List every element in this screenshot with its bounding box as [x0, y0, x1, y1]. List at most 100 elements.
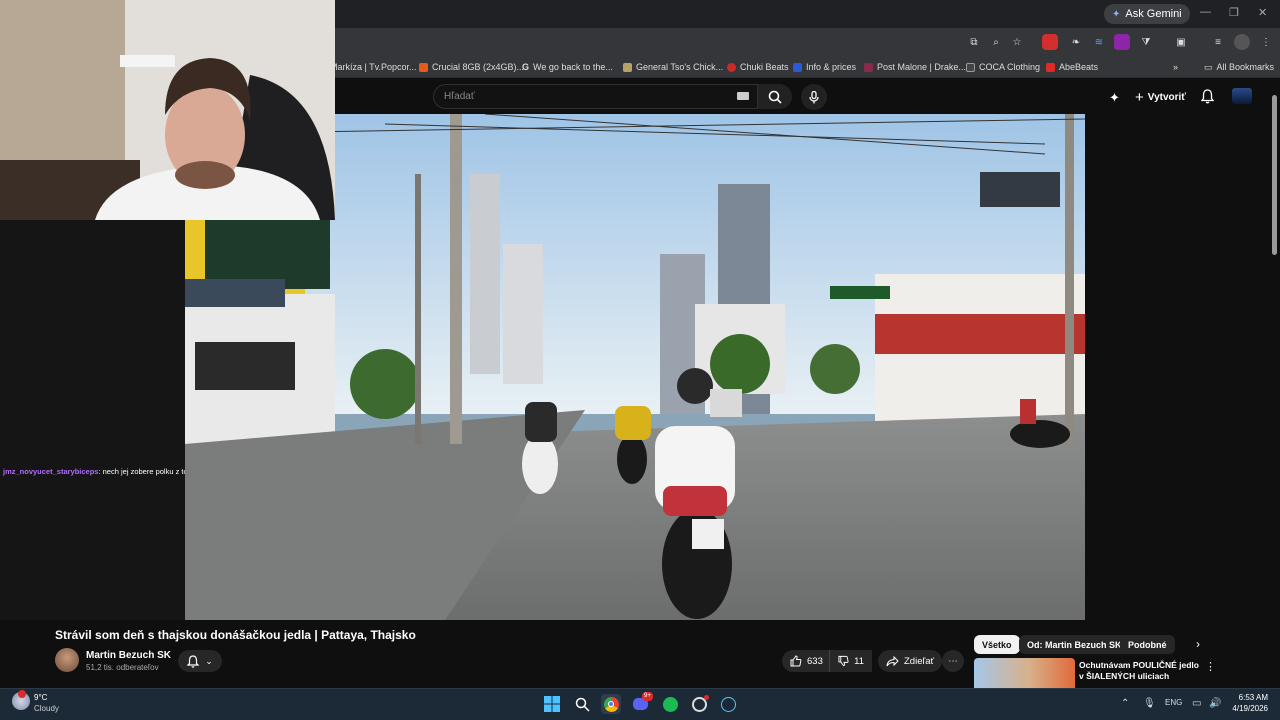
bookmark-item[interactable]: General Tso's Chick...	[623, 60, 723, 74]
steam-logo-icon	[720, 696, 736, 712]
recommended-thumbnail[interactable]	[974, 658, 1075, 688]
menu-kebab-icon[interactable]: ⋮	[1258, 34, 1274, 50]
bookmarks-overflow-icon[interactable]: »	[1173, 60, 1178, 74]
recording-indicator	[704, 695, 709, 700]
display-tray-icon[interactable]: ▭	[1192, 698, 1201, 709]
profile-avatar[interactable]	[1234, 34, 1250, 50]
start-windows-icon[interactable]	[542, 694, 562, 714]
extension-leaf-icon[interactable]: ❧	[1068, 34, 1084, 50]
subscription-bell-button[interactable]: ⌄	[178, 650, 222, 672]
bookmark-label: We go back to the...	[533, 62, 613, 72]
ask-gemini-button[interactable]: ✦ Ask Gemini	[1104, 4, 1190, 24]
gemini-spark-icon[interactable]: ✦	[1109, 90, 1120, 106]
chevron-down-icon: ⌄	[205, 655, 213, 666]
chrome-logo-icon	[603, 696, 619, 712]
spotify-logo-icon	[662, 696, 678, 712]
bookmark-item[interactable]: Info & prices	[793, 60, 856, 74]
extension-wave-icon[interactable]: ≋	[1091, 34, 1107, 50]
share-button[interactable]: Zdieľať	[878, 650, 943, 672]
keyboard-icon[interactable]	[737, 92, 749, 100]
bookmark-item[interactable]: COCA Clothing	[966, 60, 1040, 74]
spotify-taskbar-icon[interactable]	[660, 694, 680, 714]
more-actions-button[interactable]: ⋯	[942, 650, 964, 672]
steam-taskbar-icon[interactable]	[718, 694, 738, 714]
chip-related[interactable]: Podobné	[1120, 635, 1175, 654]
discord-badge: 9+	[642, 692, 653, 701]
like-count: 633	[807, 655, 823, 667]
bell-icon	[187, 654, 200, 668]
bookmark-favicon	[864, 62, 873, 72]
bookmark-item[interactable]: Crucial 8GB (2x4GB)...	[419, 60, 524, 74]
sidepanel-icon[interactable]: ▣	[1173, 34, 1189, 50]
recommended-title[interactable]: Ochutnávam POULIČNÉ jedlo v ŠIALENÝCH ul…	[1079, 660, 1201, 684]
ask-gemini-label: Ask Gemini	[1125, 8, 1182, 20]
bookmark-favicon	[727, 62, 736, 72]
thumbs-down-icon	[838, 655, 849, 667]
scooter-rider-left	[522, 402, 558, 494]
notifications-bell-icon[interactable]	[1201, 89, 1214, 104]
search-placeholder: Hľadať	[444, 91, 475, 102]
video-right-backdrop	[1085, 114, 1280, 620]
zoom-icon[interactable]: ⌕	[988, 34, 1004, 50]
bookmark-label: AbeBeats	[1059, 62, 1099, 72]
cast-icon[interactable]: ⧉	[966, 34, 982, 50]
create-button[interactable]: + Vytvoriť	[1135, 89, 1186, 106]
bookmark-label: General Tso's Chick...	[636, 62, 724, 72]
dislike-button[interactable]: 11	[829, 650, 872, 672]
account-avatar[interactable]	[1232, 88, 1252, 104]
language-indicator[interactable]: ENG	[1165, 698, 1182, 707]
microphone-tray-icon[interactable]: 🎙	[1143, 698, 1156, 709]
weather-description: Cloudy	[34, 704, 59, 713]
media-icon[interactable]: ≡	[1210, 34, 1226, 50]
thumbs-up-icon	[790, 655, 802, 667]
share-label: Zdieľať	[904, 655, 935, 667]
subscriber-count: 51,2 tis. odberateľov	[86, 663, 159, 672]
bookmark-item[interactable]: Post Malone | Drake...	[864, 60, 966, 74]
page-scrollbar[interactable]	[1272, 95, 1277, 255]
clock-time[interactable]: 6:53 AM	[1232, 693, 1268, 702]
more-horizontal-icon: ⋯	[948, 655, 958, 667]
taskbar-search-icon[interactable]	[572, 694, 592, 714]
tray-overflow-icon[interactable]: ⌃	[1121, 698, 1129, 709]
clock-date[interactable]: 4/19/2026	[1226, 704, 1268, 713]
recommended-menu-icon[interactable]: ⋮	[1205, 660, 1216, 673]
bookmark-favicon	[623, 62, 632, 72]
bookmark-favicon	[966, 62, 975, 72]
all-bookmarks-button[interactable]: ▭ All Bookmarks	[1204, 60, 1274, 74]
search-input[interactable]: Hľadať	[433, 84, 758, 109]
chrome-taskbar-icon[interactable]	[601, 694, 621, 714]
extension-purple-icon[interactable]	[1114, 34, 1130, 50]
bookmark-item[interactable]: Markíza | Tv.Popcor...	[330, 60, 417, 74]
chat-username: jmz_novyucet_starybiceps	[3, 467, 99, 476]
voice-search-button[interactable]	[801, 84, 827, 110]
bookmark-item[interactable]: G We go back to the...	[522, 60, 613, 74]
weather-alert-badge	[18, 690, 26, 698]
extensions-puzzle-icon[interactable]: ⧩	[1138, 34, 1154, 50]
dislike-count: 11	[854, 655, 864, 667]
weather-temperature: 9°C	[34, 693, 48, 702]
bookmark-favicon	[419, 62, 428, 72]
volume-icon[interactable]: 🔊	[1209, 698, 1221, 709]
channel-avatar[interactable]	[55, 648, 79, 672]
gemini-icon: ✦	[1112, 8, 1121, 20]
share-icon	[886, 655, 899, 666]
maximize-icon[interactable]: ❐	[1229, 6, 1239, 19]
search-button[interactable]	[758, 84, 792, 109]
search-icon	[768, 90, 782, 104]
close-icon[interactable]: ✕	[1258, 6, 1267, 19]
bookmark-star-icon[interactable]: ☆	[1009, 34, 1025, 50]
bookmark-label: Crucial 8GB (2x4GB)...	[432, 62, 525, 72]
bookmark-item[interactable]: Chuki Beats	[727, 60, 789, 74]
create-label: Vytvoriť	[1147, 92, 1187, 103]
bookmark-label: Info & prices	[806, 62, 857, 72]
channel-name[interactable]: Martin Bezuch SK	[86, 650, 171, 661]
minimize-icon[interactable]: —	[1200, 6, 1211, 18]
bookmark-label: Chuki Beats	[740, 62, 789, 72]
chip-all[interactable]: Všetko	[974, 635, 1020, 654]
search-icon	[575, 697, 590, 712]
bookmark-item[interactable]: AbeBeats	[1046, 60, 1098, 74]
chevron-right-icon[interactable]: ›	[1196, 637, 1200, 651]
bookmark-label: Post Malone | Drake...	[877, 62, 966, 72]
extension-red-icon[interactable]	[1042, 34, 1058, 50]
chip-from-channel[interactable]: Od: Martin Bezuch SK	[1019, 635, 1130, 654]
